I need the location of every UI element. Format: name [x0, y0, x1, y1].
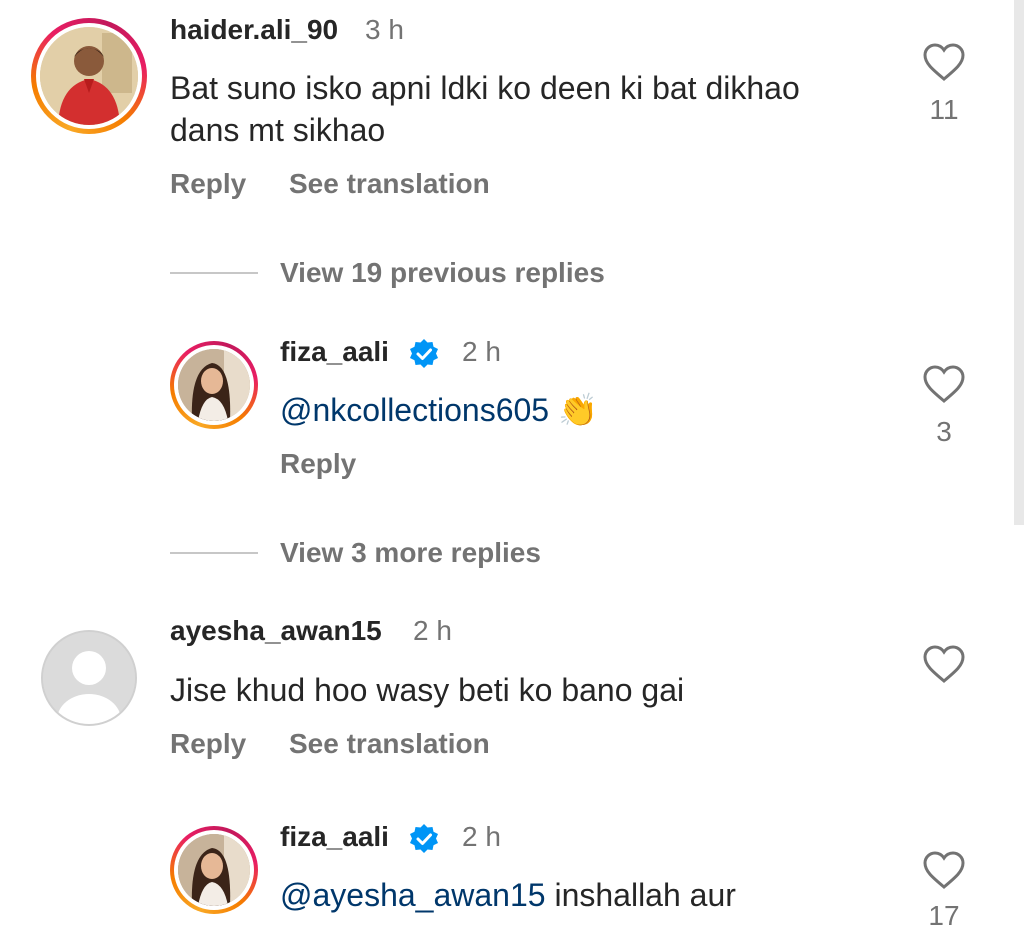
verified-badge-icon — [410, 824, 438, 853]
default-avatar-icon — [43, 632, 135, 724]
reply-button[interactable]: Reply — [170, 168, 246, 200]
reply-text: @ayesha_awan15 inshallah aur — [280, 874, 736, 916]
see-translation-button[interactable]: See translation — [289, 168, 490, 200]
comment-text: Jise khud hoo wasy beti ko bano gai — [170, 672, 685, 708]
mention-link[interactable]: @ayesha_awan15 — [280, 877, 546, 913]
avatar[interactable] — [31, 18, 147, 134]
view-previous-replies-button[interactable]: View 19 previous replies — [280, 257, 605, 289]
comment-text: Bat suno isko apni ldki ko deen ki bat d… — [170, 67, 910, 151]
divider — [170, 272, 258, 274]
profile-photo — [178, 349, 250, 421]
reply-button[interactable]: Reply — [170, 728, 246, 760]
profile-photo — [40, 27, 138, 125]
profile-photo — [178, 834, 250, 906]
heart-icon[interactable] — [922, 850, 966, 890]
heart-icon[interactable] — [922, 644, 966, 684]
avatar[interactable] — [41, 630, 137, 726]
verified-badge-icon — [410, 339, 438, 368]
reply-button[interactable]: Reply — [280, 448, 356, 480]
reply-username[interactable]: fiza_aali — [280, 336, 389, 368]
comment-username[interactable]: haider.ali_90 — [170, 14, 338, 46]
scrollbar[interactable] — [1014, 0, 1024, 525]
heart-icon[interactable] — [922, 364, 966, 404]
reply-time: 2 h — [462, 336, 501, 367]
avatar[interactable] — [170, 826, 258, 914]
comment-time: 2 h — [413, 615, 452, 646]
reply-text: @nkcollections605 👏 — [280, 389, 598, 431]
like-count: 3 — [936, 416, 952, 447]
reply-text-body: inshallah aur — [545, 877, 736, 913]
see-translation-button[interactable]: See translation — [289, 728, 490, 760]
like-count: 11 — [929, 94, 959, 125]
avatar[interactable] — [170, 341, 258, 429]
mention-link[interactable]: @nkcollections605 — [280, 392, 549, 428]
comment-time: 3 h — [365, 14, 404, 45]
clapping-hands-emoji: 👏 — [557, 392, 598, 428]
heart-icon[interactable] — [922, 42, 966, 82]
reply-username[interactable]: fiza_aali — [280, 821, 389, 853]
comment-text-line: dans mt sikhao — [170, 112, 386, 148]
comment-text-line: Bat suno isko apni ldki ko deen ki bat d… — [170, 70, 800, 106]
view-more-replies-button[interactable]: View 3 more replies — [280, 537, 541, 569]
divider — [170, 552, 258, 554]
comment-username[interactable]: ayesha_awan15 — [170, 615, 382, 647]
like-count: 17 — [928, 900, 960, 931]
reply-time: 2 h — [462, 821, 501, 852]
